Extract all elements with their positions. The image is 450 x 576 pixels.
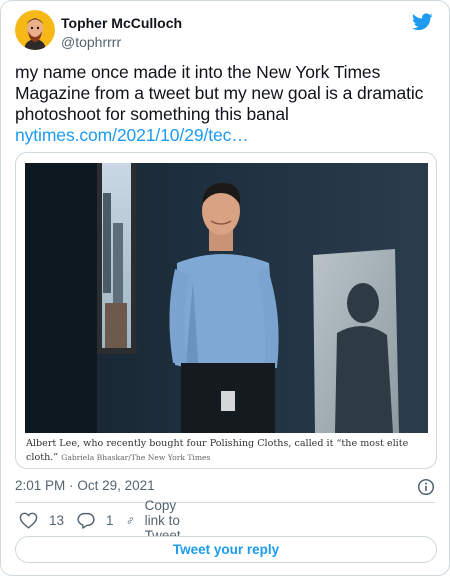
- reply-bubble-icon: [77, 512, 95, 529]
- tweet-timestamp[interactable]: 2:01 PM · Oct 29, 2021: [15, 478, 435, 496]
- photo-credit: Gabriela Bhaskar/The New York Times: [61, 453, 211, 462]
- link-icon: [127, 516, 133, 524]
- like-count: 13: [49, 512, 65, 528]
- tweet-body: my name once made it into the New York T…: [15, 62, 424, 124]
- copy-link-button[interactable]: Copy link to Tweet: [127, 498, 190, 543]
- tweet-link[interactable]: nytimes.com/2021/10/29/tec…: [15, 125, 435, 146]
- author-info[interactable]: Topher McCulloch @tophrrrr: [61, 15, 182, 51]
- heart-icon: [19, 512, 38, 529]
- tweet-text: my name once made it into the New York T…: [15, 62, 435, 146]
- avatar[interactable]: [15, 10, 55, 50]
- article-photo: [25, 163, 428, 433]
- tweet-your-reply-button[interactable]: Tweet your reply: [15, 536, 437, 563]
- link-preview-card[interactable]: Albert Lee, who recently bought four Pol…: [15, 152, 437, 469]
- tweet-date[interactable]: Oct 29, 2021: [77, 478, 154, 493]
- photo-caption: Albert Lee, who recently bought four Pol…: [26, 437, 428, 465]
- reply-button[interactable]: 1: [77, 509, 114, 531]
- meta-separator: ·: [69, 478, 74, 493]
- tweet-embed-card: Topher McCulloch @tophrrrr my name once …: [0, 0, 450, 576]
- tweet-header: Topher McCulloch @tophrrrr: [15, 10, 435, 54]
- twitter-bird-icon[interactable]: [411, 13, 433, 31]
- author-name[interactable]: Topher McCulloch: [61, 15, 182, 32]
- divider: [15, 502, 435, 503]
- info-icon[interactable]: [417, 478, 435, 496]
- tweet-time[interactable]: 2:01 PM: [15, 478, 65, 493]
- like-button[interactable]: 13: [19, 509, 64, 531]
- author-handle[interactable]: @tophrrrr: [61, 34, 182, 51]
- reply-count: 1: [106, 512, 114, 528]
